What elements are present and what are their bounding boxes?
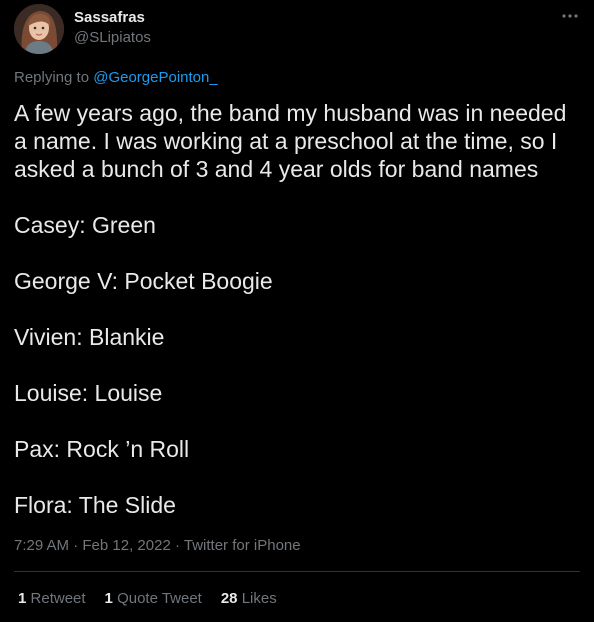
tweet-time[interactable]: 7:29 AM bbox=[14, 537, 69, 554]
meta-separator: · bbox=[174, 537, 180, 554]
likes-count: 28 bbox=[220, 590, 238, 607]
replying-to-label: Replying to bbox=[14, 69, 90, 86]
quote-tweets-stat[interactable]: 1 Quote Tweet bbox=[105, 590, 202, 608]
profile-photo bbox=[14, 4, 64, 54]
divider bbox=[14, 571, 580, 572]
tweet-date[interactable]: Feb 12, 2022 bbox=[82, 537, 170, 554]
band-name-item: Vivien: Blankie bbox=[14, 324, 165, 350]
quote-tweets-label: Quote Tweet bbox=[117, 590, 202, 607]
likes-label: Likes bbox=[241, 590, 277, 607]
display-name[interactable]: Sassafras bbox=[74, 9, 145, 27]
tweet-text: A few years ago, the band my husband was… bbox=[14, 99, 584, 519]
tweet-card: Sassafras @SLipiatos Replying to @George… bbox=[0, 0, 594, 622]
band-name-item: Casey: Green bbox=[14, 212, 156, 238]
band-name-item: Pax: Rock ’n Roll bbox=[14, 436, 190, 462]
tweet-intro: A few years ago, the band my husband was… bbox=[14, 100, 567, 182]
reply-mention-link[interactable]: @GeorgePointon_ bbox=[93, 69, 217, 86]
likes-stat[interactable]: 28 Likes bbox=[221, 590, 277, 608]
avatar[interactable] bbox=[14, 4, 64, 54]
band-name-item: Louise: Louise bbox=[14, 380, 163, 406]
retweets-stat[interactable]: 1 Retweet bbox=[18, 590, 86, 608]
ellipsis-icon bbox=[562, 14, 578, 18]
band-name-item: George V: Pocket Boogie bbox=[14, 268, 273, 294]
replying-to: Replying to @GeorgePointon_ bbox=[14, 69, 218, 87]
tweet-stats: 1 Retweet 1 Quote Tweet 28 Likes bbox=[18, 590, 296, 608]
more-options-button[interactable] bbox=[556, 6, 584, 26]
band-name-item: Flora: The Slide bbox=[14, 492, 176, 518]
retweets-label: Retweet bbox=[30, 590, 86, 607]
retweets-count: 1 bbox=[18, 590, 27, 607]
meta-separator: · bbox=[73, 537, 79, 554]
user-handle[interactable]: @SLipiatos bbox=[74, 29, 151, 47]
tweet-source[interactable]: Twitter for iPhone bbox=[184, 537, 301, 554]
quote-tweets-count: 1 bbox=[104, 590, 113, 607]
tweet-meta: 7:29 AM · Feb 12, 2022 · Twitter for iPh… bbox=[14, 537, 301, 555]
